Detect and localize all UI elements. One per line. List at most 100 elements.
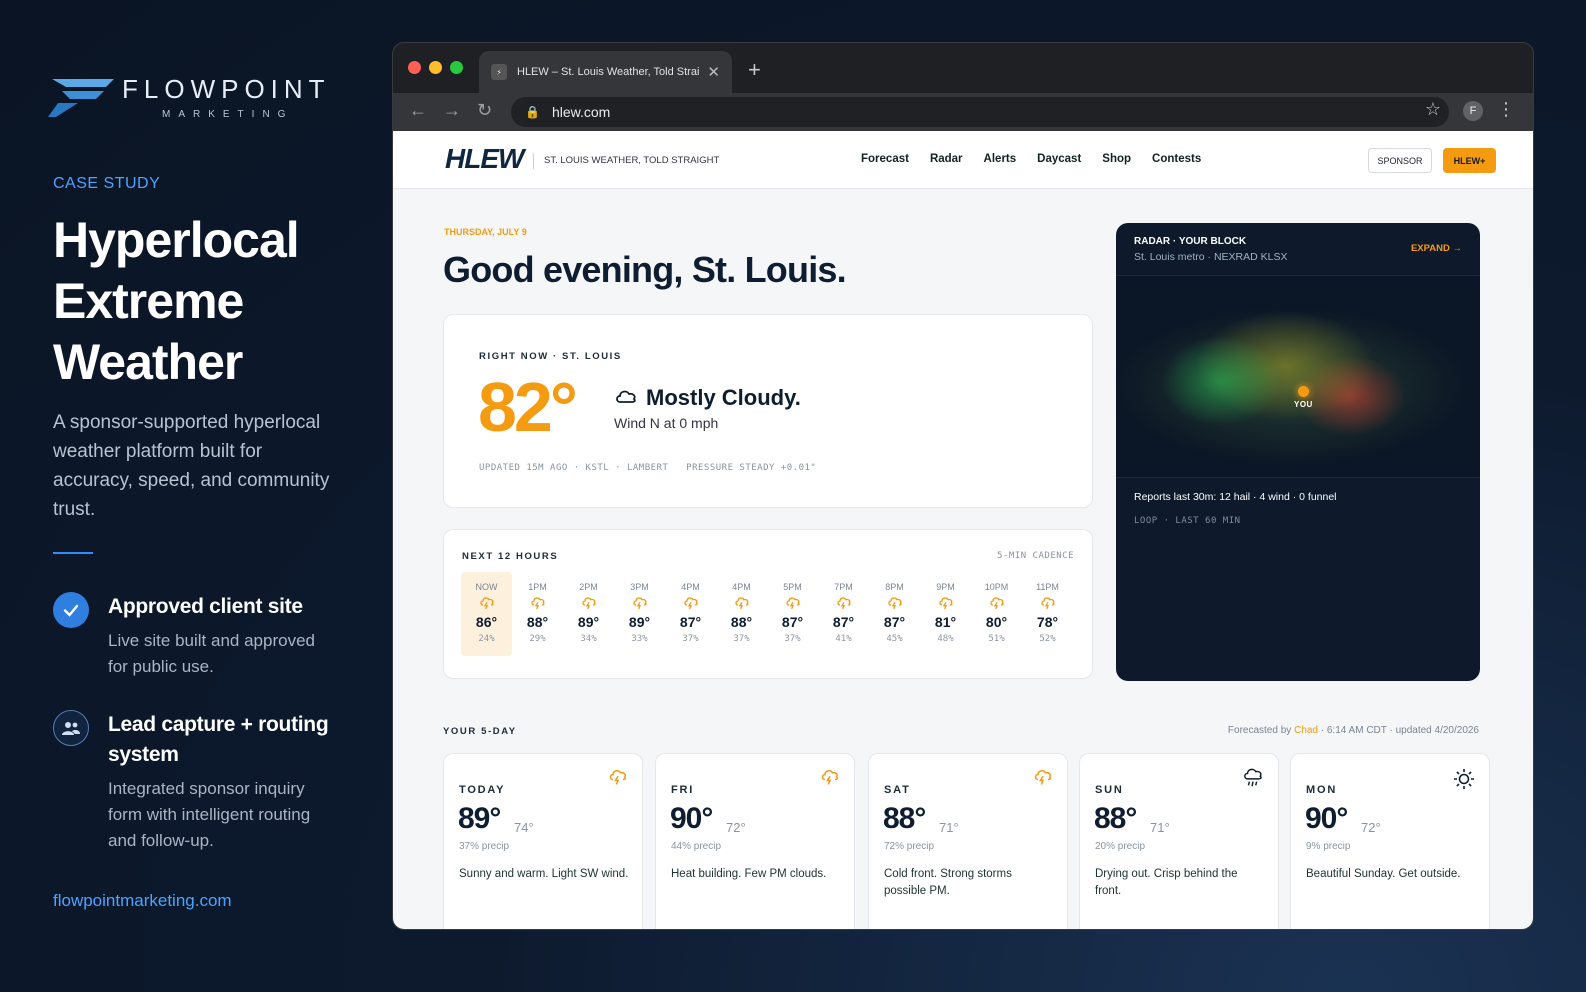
greeting-heading: Good evening, St. Louis. <box>443 249 847 290</box>
hlew-plus-button[interactable]: HLEW+ <box>1443 148 1496 173</box>
case-description: A sponsor-supported hyperlocal weather p… <box>53 412 330 520</box>
day-name: MON <box>1306 784 1338 796</box>
minimize-window-button[interactable] <box>429 61 442 74</box>
hour-label: 9PM <box>936 582 955 592</box>
hourly-row: NOW 86° 24% 1PM 88° 29% 2PM 89° 34% 3PM 89°… <box>461 572 1073 656</box>
current-temp: 82° <box>478 368 578 446</box>
hourly-card: NEXT 12 HOURS 5-MIN CADENCE NOW 86° 24% 1… <box>443 529 1093 679</box>
nav-forecast[interactable]: Forecast <box>861 153 909 165</box>
hour-temp: 88° <box>526 614 549 630</box>
radar-expand-button[interactable]: EXPAND → <box>1411 243 1462 254</box>
day-card[interactable]: MON 90° 72° 9% precip Beautiful Sunday. … <box>1290 753 1490 929</box>
hour-precip: 24% <box>478 634 495 644</box>
day-summary: Beautiful Sunday. Get outside. <box>1306 868 1461 880</box>
close-tab-icon[interactable]: ✕ <box>707 63 720 81</box>
day-card[interactable]: SUN 88° 71° 20% precip Drying out. Crisp… <box>1079 753 1279 929</box>
radar-card[interactable]: RADAR · YOUR BLOCK St. Louis metro · NEX… <box>1116 223 1480 681</box>
storm-icon <box>1040 596 1056 612</box>
browser-window: ⚡ HLEW – St. Louis Weather, Told Straigh… <box>392 42 1534 930</box>
day-precip: 44% precip <box>671 841 722 852</box>
hourly-caption: NEXT 12 HOURS <box>462 551 559 562</box>
hlew-logo[interactable]: HLEW <box>445 143 524 175</box>
day-precip: 72% precip <box>884 841 935 852</box>
day-high: 90° <box>670 802 713 835</box>
day-card[interactable]: SAT 88° 71° 72% precip Cold front. Stron… <box>868 753 1068 929</box>
hourly-cadence: 5-MIN CADENCE <box>997 551 1074 561</box>
forecast-credit: Forecasted by Chad · 6:14 AM CDT · updat… <box>1228 725 1479 736</box>
case-title-line: Extreme <box>53 273 244 329</box>
radar-loop[interactable]: LOOP · LAST 60 MIN <box>1134 516 1241 526</box>
profile-avatar[interactable]: F <box>1463 101 1483 121</box>
check-icon <box>53 592 89 628</box>
storm-icon <box>608 768 628 791</box>
hour-precip: 37% <box>682 634 699 644</box>
hour-label: 4PM <box>732 582 751 592</box>
url-input[interactable]: 🔒 hlew.com <box>511 97 1449 127</box>
users-icon <box>53 710 89 746</box>
nav-alerts[interactable]: Alerts <box>984 153 1017 165</box>
storm-icon <box>836 596 852 612</box>
hour-temp: 80° <box>985 614 1008 630</box>
nav-radar[interactable]: Radar <box>930 153 963 165</box>
hour-cell: 5PM 87° 37% <box>767 572 818 656</box>
flowpoint-mark-icon <box>48 79 114 117</box>
day-name: SUN <box>1095 784 1124 796</box>
hour-temp: 87° <box>883 614 906 630</box>
new-tab-button[interactable]: + <box>748 57 761 83</box>
hour-cell: 2PM 89° 34% <box>563 572 614 656</box>
reload-icon[interactable]: ↻ <box>477 100 492 121</box>
close-window-button[interactable] <box>408 61 421 74</box>
storm-icon <box>734 596 750 612</box>
hour-precip: 52% <box>1039 634 1056 644</box>
you-label: YOU <box>1294 400 1313 409</box>
nav-daycast[interactable]: Daycast <box>1037 153 1081 165</box>
radar-subtitle: St. Louis metro · NEXRAD KLSX <box>1134 251 1288 263</box>
flowpoint-link[interactable]: flowpointmarketing.com <box>53 891 232 911</box>
hour-temp: 87° <box>781 614 804 630</box>
brand-sub: MARKETING <box>162 109 294 120</box>
hour-label: 10PM <box>984 582 1009 592</box>
hour-cell: 4PM 88° 37% <box>716 572 767 656</box>
favicon-icon: ⚡ <box>491 64 507 80</box>
day-card[interactable]: TODAY 89° 74° 37% precip Sunny and warm.… <box>443 753 643 929</box>
forecaster-link[interactable]: Chad <box>1294 725 1318 736</box>
maximize-window-button[interactable] <box>450 61 463 74</box>
fiveday-caption: YOUR 5-DAY <box>443 726 517 737</box>
hour-temp: 87° <box>679 614 702 630</box>
case-title-line: Hyperlocal <box>53 212 300 268</box>
forward-icon[interactable]: → <box>443 100 461 121</box>
day-name: TODAY <box>459 784 506 796</box>
back-icon[interactable]: ← <box>409 100 427 121</box>
now-meta: UPDATED 15M AGO · KSTL · LAMBERT PRESSUR… <box>479 463 817 473</box>
day-high: 88° <box>883 802 926 835</box>
day-card[interactable]: FRI 90° 72° 44% precip Heat building. Fe… <box>655 753 855 929</box>
hour-label: 1PM <box>528 582 547 592</box>
feature-title: Approved client site <box>108 595 303 618</box>
hour-temp: 89° <box>577 614 600 630</box>
nav-contests[interactable]: Contests <box>1152 153 1201 165</box>
browser-menu-icon[interactable]: ⋮ <box>1497 99 1515 120</box>
divider <box>53 552 93 554</box>
storm-icon <box>938 596 954 612</box>
storm-icon <box>820 768 840 791</box>
hour-precip: 37% <box>784 634 801 644</box>
hour-label: 5PM <box>783 582 802 592</box>
lock-icon: 🔒 <box>525 105 540 119</box>
bookmark-star-icon[interactable]: ☆ <box>1425 99 1441 120</box>
hour-cell: 8PM 87° 45% <box>869 572 920 656</box>
radar-map[interactable]: YOU <box>1116 275 1480 478</box>
hour-label: 11PM <box>1036 582 1059 592</box>
day-summary: Heat building. Few PM clouds. <box>671 868 827 880</box>
hour-temp: 89° <box>628 614 651 630</box>
browser-tab[interactable]: ⚡ HLEW – St. Louis Weather, Told Straigh… <box>479 51 732 93</box>
cloud-icon <box>616 390 636 403</box>
hour-temp: 81° <box>934 614 957 630</box>
day-low: 72° <box>1361 820 1381 835</box>
hour-cell: 11PM 78° 52% <box>1022 572 1073 656</box>
you-marker <box>1298 386 1309 397</box>
radar-reports: Reports last 30m: 12 hail · 4 wind · 0 f… <box>1134 491 1337 503</box>
nav-shop[interactable]: Shop <box>1102 153 1131 165</box>
sponsor-button[interactable]: SPONSOR <box>1368 148 1432 173</box>
hour-precip: 29% <box>529 634 546 644</box>
hour-precip: 41% <box>835 634 852 644</box>
